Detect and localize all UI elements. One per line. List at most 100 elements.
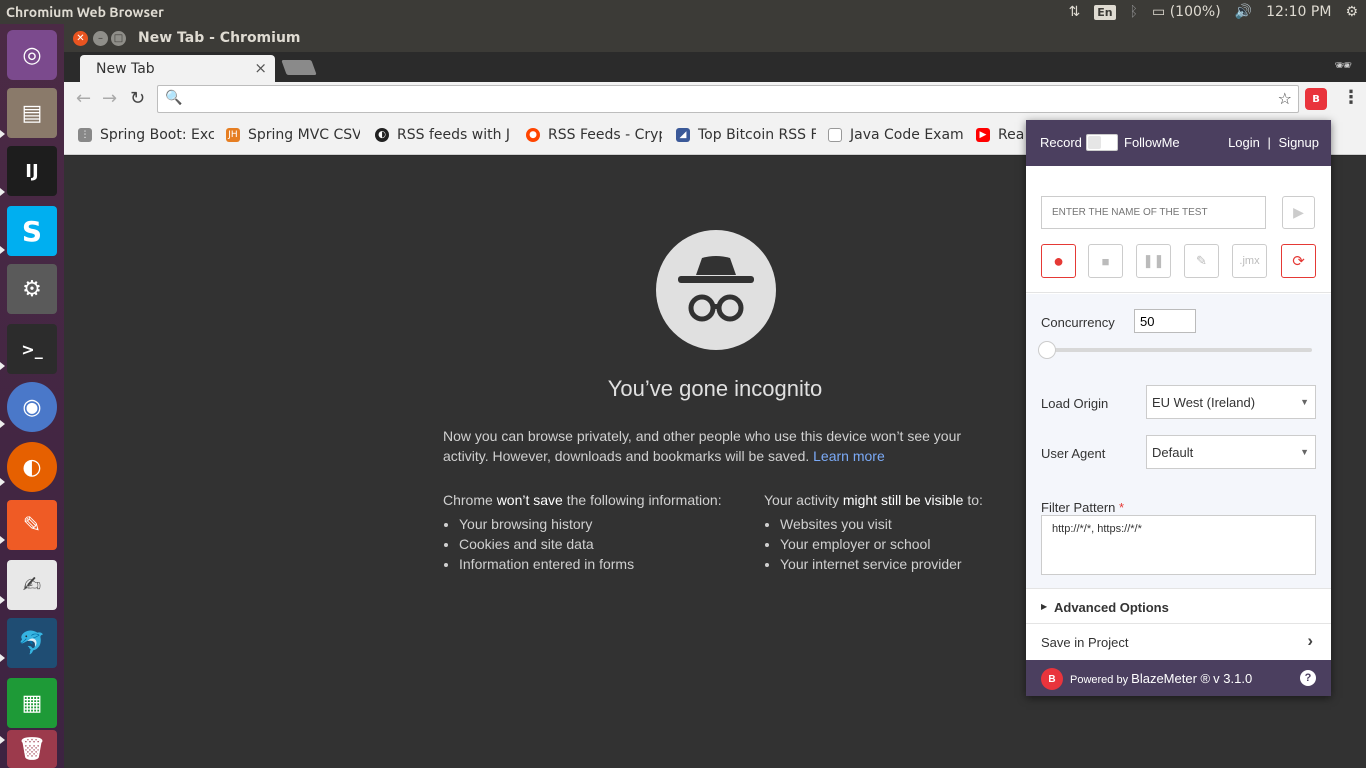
stop-icon: ■	[1101, 253, 1110, 269]
filter-pattern-input[interactable]: http://*/*, https://*/*	[1041, 515, 1316, 575]
test-name-input[interactable]	[1041, 196, 1266, 229]
concurrency-input[interactable]	[1134, 309, 1196, 333]
window-title: New Tab - Chromium	[138, 30, 301, 46]
new-tab-button[interactable]	[281, 60, 317, 75]
files-icon[interactable]: ▤	[7, 88, 57, 138]
ubuntu-dash-icon[interactable]: ◎	[7, 30, 57, 80]
bluetooth-icon[interactable]: ᛒ	[1130, 4, 1138, 20]
list-item: Your employer or school	[780, 534, 1024, 554]
bookmark-item[interactable]: ● RSS Feeds - Crypt	[526, 127, 662, 143]
bookmark-label: Top Bitcoin RSS F	[698, 127, 816, 143]
powered-by-text: Powered by BlazeMeter ® v 3.1.0	[1070, 671, 1253, 686]
pause-icon: ❚❚	[1142, 253, 1165, 268]
terminal-icon[interactable]: >_	[7, 324, 57, 374]
user-agent-label: User Agent	[1041, 446, 1106, 461]
signup-link[interactable]: Signup	[1279, 135, 1319, 150]
followme-toggle[interactable]	[1086, 134, 1118, 151]
edit-button[interactable]: ✎	[1184, 244, 1219, 278]
window-maximize-button[interactable]: □	[111, 31, 126, 46]
required-marker: *	[1119, 500, 1125, 515]
bookmark-label: Spring MVC CSV	[248, 127, 360, 143]
clock[interactable]: 12:10 PM	[1266, 4, 1331, 20]
text-editor-icon[interactable]: ✍	[7, 560, 57, 610]
still-visible-column: Your activity might still be visible to:…	[764, 490, 1024, 574]
pause-button[interactable]: ❚❚	[1136, 244, 1171, 278]
advanced-options-toggle[interactable]: ▶ Advanced Options	[1026, 588, 1331, 624]
tab-strip: New Tab × 🕶	[64, 52, 1366, 82]
concurrency-slider[interactable]	[1044, 348, 1312, 352]
blazemeter-logo: B	[1041, 668, 1063, 690]
chrome-menu-icon[interactable]: ⋮	[1342, 87, 1360, 108]
blazemeter-extension-icon[interactable]: B	[1305, 88, 1327, 110]
postman-icon[interactable]: ✎	[7, 500, 57, 550]
user-agent-select[interactable]: Default ▼	[1146, 435, 1316, 469]
forward-button[interactable]: →	[102, 88, 117, 109]
back-button[interactable]: ←	[76, 88, 91, 109]
bookmark-item[interactable]: ⋮ Spring Boot: Exc	[78, 127, 214, 143]
filter-pattern-label: Filter Pattern *	[1041, 500, 1125, 515]
toolbar: ← → ↻ 🔍 ☆ B ⋮	[64, 82, 1366, 117]
refresh-icon: ⟳	[1292, 253, 1305, 270]
address-input[interactable]	[186, 89, 1266, 109]
bookmark-label: RSS Feeds - Crypt	[548, 127, 662, 143]
list-item: Websites you visit	[780, 514, 1024, 534]
bookmark-item[interactable]: JH Spring MVC CSV	[226, 127, 360, 143]
tab-new-tab[interactable]: New Tab ×	[80, 55, 275, 82]
omnibox[interactable]: 🔍 ☆	[157, 85, 1299, 113]
jmx-export-button[interactable]: .jmx	[1232, 244, 1267, 278]
running-indicator	[0, 736, 5, 744]
gear-icon[interactable]: ⚙	[1345, 4, 1358, 20]
list-item: Cookies and site data	[459, 534, 763, 554]
advanced-options-label: Advanced Options	[1054, 600, 1169, 615]
record-button[interactable]: ●	[1041, 244, 1076, 278]
battery-indicator[interactable]: ▭ (100%)	[1152, 4, 1221, 20]
chromium-icon[interactable]: ◉	[7, 382, 57, 432]
apps-icon: ⋮	[78, 128, 92, 142]
bookmark-item[interactable]: Java Code Exam	[828, 127, 966, 143]
libreoffice-calc-icon[interactable]: ▦	[7, 678, 57, 728]
save-in-project-row[interactable]: Save in Project ›	[1026, 624, 1331, 660]
running-indicator	[0, 362, 5, 370]
running-indicator	[0, 130, 5, 138]
window-close-button[interactable]: ✕	[73, 31, 88, 46]
learn-more-link[interactable]: Learn more	[813, 448, 885, 464]
record-icon: ●	[1053, 250, 1064, 271]
firefox-icon[interactable]: ◐	[7, 442, 57, 492]
system-settings-icon[interactable]: ⚙	[7, 264, 57, 314]
intellij-icon[interactable]: IJ	[7, 146, 57, 196]
popup-settings: Concurrency Load Origin EU West (Ireland…	[1026, 294, 1331, 588]
trash-icon[interactable]: 🗑	[7, 730, 57, 768]
skype-icon[interactable]: S	[7, 206, 57, 256]
login-link[interactable]: Login	[1228, 135, 1260, 150]
dropdown-caret-icon: ▼	[1300, 447, 1309, 457]
load-origin-select[interactable]: EU West (Ireland) ▼	[1146, 385, 1316, 419]
youtube-icon: ▶	[976, 128, 990, 142]
running-indicator	[0, 654, 5, 662]
volume-icon[interactable]: 🔊	[1235, 4, 1252, 20]
tab-close-icon[interactable]: ×	[254, 59, 267, 77]
list-item: Your browsing history	[459, 514, 763, 534]
chevron-right-icon: ›	[1307, 631, 1313, 650]
brand-name[interactable]: BlazeMeter ®	[1131, 671, 1210, 686]
reddit-icon: ●	[526, 128, 540, 142]
clear-button[interactable]: ⟳	[1281, 244, 1316, 278]
slider-handle[interactable]	[1038, 341, 1056, 359]
network-icon[interactable]: ⇅	[1069, 4, 1081, 20]
window-minimize-button[interactable]: –	[93, 31, 108, 46]
running-indicator	[0, 596, 5, 604]
help-icon[interactable]: ?	[1300, 670, 1316, 686]
bookmark-star-icon[interactable]: ☆	[1278, 89, 1292, 108]
incognito-heading: You’ve gone incognito	[607, 376, 823, 401]
app-title: Chromium Web Browser	[6, 4, 164, 20]
reload-button[interactable]: ↻	[130, 88, 145, 109]
popup-header: Record FollowMe Login | Signup	[1026, 120, 1331, 166]
bookmark-item[interactable]: ◢ Top Bitcoin RSS F	[676, 127, 816, 143]
search-icon: 🔍	[165, 90, 183, 106]
keyboard-indicator[interactable]: En	[1094, 4, 1116, 20]
bookmark-item[interactable]: ◐ RSS feeds with J	[375, 127, 511, 143]
stop-button[interactable]: ■	[1088, 244, 1123, 278]
list-item: Your internet service provider	[780, 554, 1024, 574]
play-button[interactable]: ▶	[1282, 196, 1315, 229]
record-label: Record	[1040, 135, 1082, 150]
mysql-workbench-icon[interactable]: 🐬	[7, 618, 57, 668]
